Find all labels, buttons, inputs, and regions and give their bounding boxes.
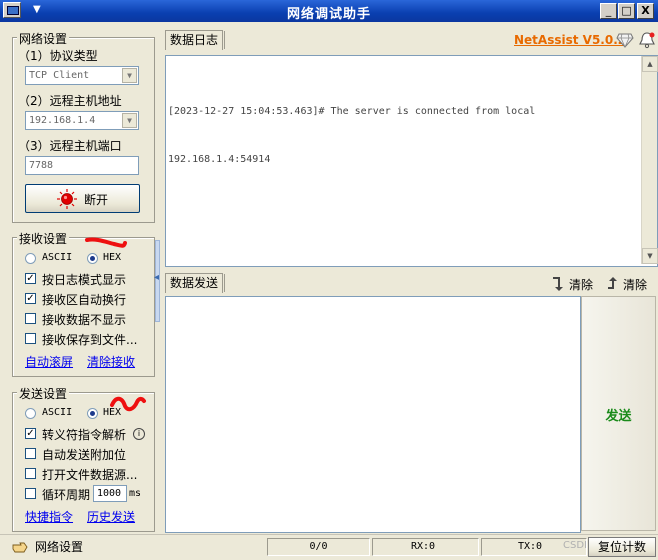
- disconnect-button[interactable]: 断开: [25, 184, 140, 213]
- clear-log-button[interactable]: 清除: [569, 276, 593, 293]
- send-text-area[interactable]: [165, 296, 581, 533]
- host-select[interactable]: 192.168.1.4 ▼: [25, 111, 139, 130]
- protocol-value: TCP Client: [29, 70, 90, 81]
- history-send-link[interactable]: 历史发送: [87, 508, 135, 525]
- close-button[interactable]: X: [637, 3, 654, 19]
- port-label: （3）远程主机端口: [18, 139, 122, 153]
- log-scrollbar[interactable]: ▲ ▼: [641, 56, 658, 264]
- clear-send-button[interactable]: 清除: [623, 276, 647, 293]
- receive-hide-data-label: 接收数据不显示: [42, 313, 127, 327]
- protocol-select[interactable]: TCP Client ▼: [25, 66, 139, 85]
- scroll-up-icon[interactable]: ▲: [642, 56, 658, 72]
- receive-auto-wrap-label: 接收区自动换行: [42, 293, 127, 307]
- info-icon[interactable]: i: [133, 428, 145, 440]
- status-counter: 0/0: [267, 538, 370, 556]
- disconnect-label: 断开: [84, 193, 109, 207]
- receive-ascii-label: ASCII: [42, 252, 73, 263]
- scroll-down-icon[interactable]: ▼: [642, 248, 658, 264]
- send-ascii-label: ASCII: [42, 407, 73, 418]
- auto-scroll-link[interactable]: 自动滚屏: [25, 353, 73, 370]
- receive-hide-data-checkbox[interactable]: [25, 313, 36, 324]
- reset-count-button[interactable]: 复位计数: [588, 537, 656, 557]
- status-divider: [0, 534, 658, 535]
- chevron-down-icon[interactable]: ▼: [122, 68, 137, 83]
- minimize-button[interactable]: _: [600, 3, 617, 19]
- bell-icon[interactable]: [638, 31, 656, 49]
- log-line: [2023-12-27 15:04:53.463]# The server is…: [168, 106, 536, 117]
- host-label: （2）远程主机地址: [18, 94, 122, 108]
- chevron-down-icon[interactable]: ▼: [122, 113, 137, 128]
- data-log-panel[interactable]: [2023-12-27 15:04:53.463]# The server is…: [165, 55, 658, 267]
- send-cycle-label: 循环周期: [42, 488, 91, 502]
- send-file-source-checkbox[interactable]: [25, 468, 36, 479]
- brand-link[interactable]: NetAssist V5.0.2: [514, 33, 626, 47]
- tab-divider: [224, 31, 225, 49]
- send-ascii-radio[interactable]: [25, 408, 36, 419]
- send-file-source-label: 打开文件数据源...: [42, 468, 138, 482]
- arrow-up-icon[interactable]: [604, 276, 618, 292]
- shortcut-command-link[interactable]: 快捷指令: [25, 508, 73, 525]
- send-auto-append-label: 自动发送附加位: [42, 448, 127, 462]
- send-button[interactable]: 发送: [581, 296, 656, 531]
- receive-auto-wrap-checkbox[interactable]: ✓: [25, 293, 36, 304]
- receive-save-file-label: 接收保存到文件...: [42, 333, 138, 347]
- window-title: 网络调试助手: [286, 7, 371, 22]
- arrow-down-icon[interactable]: [550, 276, 564, 292]
- log-line: 192.168.1.4:54914: [168, 154, 271, 165]
- clear-receive-link[interactable]: 清除接收: [87, 353, 135, 370]
- receive-settings-legend: 接收设置: [17, 230, 70, 247]
- receive-save-file-checkbox[interactable]: [25, 333, 36, 344]
- diamond-icon[interactable]: [616, 32, 634, 48]
- port-value: 7788: [29, 160, 54, 171]
- send-hex-label: HEX: [103, 407, 122, 418]
- tab-divider: [224, 274, 225, 292]
- port-input[interactable]: 7788: [25, 156, 139, 175]
- cycle-period-input[interactable]: 1000: [93, 485, 127, 502]
- chevron-left-icon[interactable]: ◂: [154, 272, 159, 283]
- send-auto-append-checkbox[interactable]: [25, 448, 36, 459]
- hand-pointer-icon: [12, 542, 28, 553]
- send-button-label: 发送: [605, 409, 632, 424]
- cycle-period-value: 1000: [97, 488, 122, 499]
- receive-log-mode-checkbox[interactable]: ✓: [25, 273, 36, 284]
- send-escape-parse-checkbox[interactable]: ✓: [25, 428, 36, 439]
- watermark-text: CSDI: [563, 540, 587, 551]
- title-bar: ▼ 网络调试助手 _ □ X: [0, 0, 658, 22]
- network-settings-legend: 网络设置: [17, 30, 70, 47]
- maximize-button[interactable]: □: [618, 3, 635, 19]
- status-rx: RX:0: [372, 538, 479, 556]
- receive-ascii-radio[interactable]: [25, 253, 36, 264]
- connection-status-icon: [57, 189, 77, 209]
- send-hex-radio[interactable]: [87, 408, 98, 419]
- tab-data-log[interactable]: 数据日志: [165, 30, 224, 50]
- receive-hex-radio[interactable]: [87, 253, 98, 264]
- send-settings-legend: 发送设置: [17, 385, 70, 402]
- host-value: 192.168.1.4: [29, 115, 96, 126]
- protocol-label: （1）协议类型: [18, 49, 98, 63]
- receive-hex-label: HEX: [103, 252, 122, 263]
- receive-log-mode-label: 按日志模式显示: [42, 273, 127, 287]
- send-escape-parse-label: 转义符指令解析: [42, 428, 127, 442]
- send-cycle-checkbox[interactable]: [25, 488, 36, 499]
- status-label: 网络设置: [35, 540, 84, 554]
- cycle-unit-label: ms: [129, 488, 142, 499]
- handwritten-mark-icon: [85, 237, 127, 248]
- log-content: [2023-12-27 15:04:53.463]# The server is…: [168, 72, 535, 200]
- tab-data-send[interactable]: 数据发送: [165, 273, 224, 293]
